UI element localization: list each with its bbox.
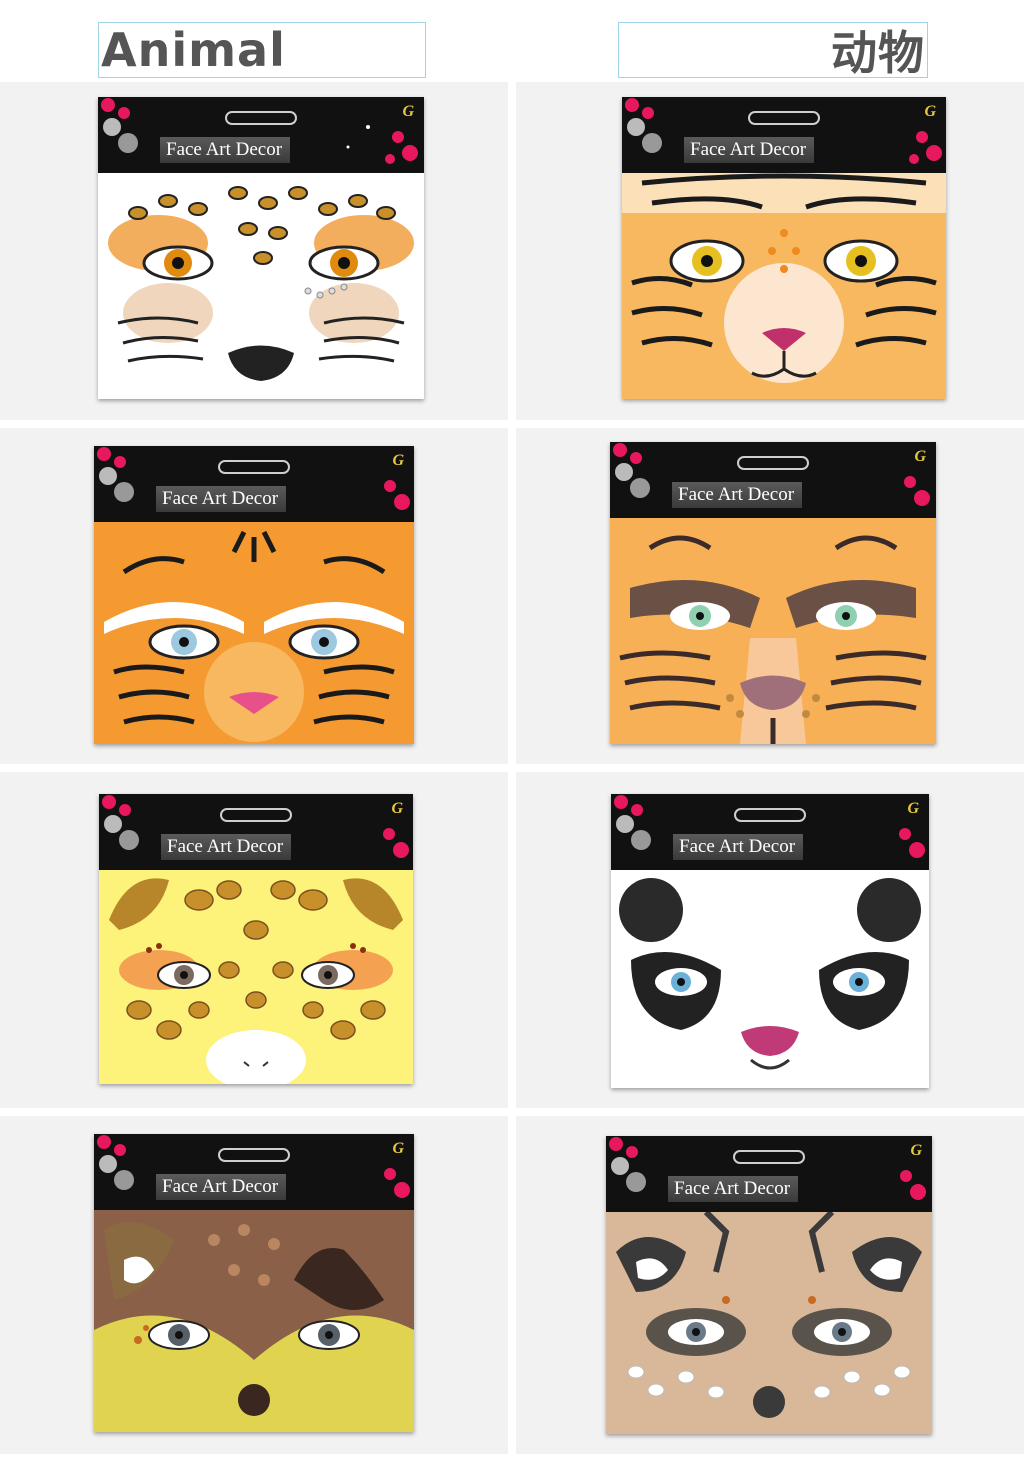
product-cell[interactable]: Face Art Decor G	[0, 82, 508, 420]
brand-logo: G	[924, 103, 936, 120]
orange-tiger-face-icon	[94, 522, 414, 744]
brand-label: Face Art Decor	[684, 137, 815, 163]
product-cell[interactable]: Face Art Decor G	[0, 1116, 508, 1454]
brand-logo: G	[391, 800, 403, 817]
brand-logo: G	[907, 800, 919, 817]
hang-tab	[220, 808, 292, 822]
tiger-face-icon	[622, 173, 946, 399]
package-header: Face Art Decor G	[606, 1136, 932, 1212]
hang-tab	[734, 808, 806, 822]
hang-tab	[748, 111, 820, 125]
giraffe-face-icon	[99, 870, 413, 1084]
product-package: Face Art Decor G	[94, 1134, 414, 1432]
product-package: Face Art Decor G	[98, 97, 424, 399]
brand-label: Face Art Decor	[160, 137, 291, 163]
brand-logo: G	[392, 452, 404, 469]
brand-logo: G	[910, 1142, 922, 1159]
leopard-face-icon	[98, 173, 424, 399]
product-cell[interactable]: Face Art Decor G	[516, 428, 1024, 764]
package-header: Face Art Decor G	[98, 97, 424, 173]
tabby-cat-face-icon	[610, 518, 936, 744]
reindeer-face-icon	[606, 1212, 932, 1434]
brand-label: Face Art Decor	[672, 482, 803, 508]
product-cell[interactable]: Face Art Decor G	[516, 82, 1024, 420]
package-header: Face Art Decor G	[611, 794, 929, 870]
product-package: Face Art Decor G	[99, 794, 413, 1084]
package-header: Face Art Decor G	[99, 794, 413, 870]
product-package: Face Art Decor G	[94, 446, 414, 744]
hang-tab	[733, 1150, 805, 1164]
package-header: Face Art Decor G	[94, 1134, 414, 1210]
package-header: Face Art Decor G	[94, 446, 414, 522]
header-animal-zh-box: 动物	[618, 22, 928, 80]
product-package: Face Art Decor G	[610, 442, 936, 744]
product-package: Face Art Decor G	[622, 97, 946, 399]
panda-face-icon	[611, 870, 929, 1088]
brand-logo: G	[402, 103, 414, 120]
product-cell[interactable]: Face Art Decor G	[516, 1116, 1024, 1454]
brand-label: Face Art Decor	[156, 1174, 287, 1200]
header-animal: Animal	[101, 23, 286, 77]
product-cell[interactable]: Face Art Decor G	[0, 428, 508, 764]
hang-tab	[218, 460, 290, 474]
hang-tab	[225, 111, 297, 125]
product-package: Face Art Decor G	[611, 794, 929, 1088]
hang-tab	[218, 1148, 290, 1162]
package-header: Face Art Decor G	[610, 442, 936, 518]
brand-logo: G	[392, 1140, 404, 1157]
hang-tab	[737, 456, 809, 470]
product-package: Face Art Decor G	[606, 1136, 932, 1434]
package-header: Face Art Decor G	[622, 97, 946, 173]
brand-label: Face Art Decor	[161, 834, 292, 860]
fawn-face-icon	[94, 1210, 414, 1432]
brand-label: Face Art Decor	[668, 1176, 799, 1202]
brand-label: Face Art Decor	[673, 834, 804, 860]
header-animal-box: Animal	[98, 22, 426, 78]
product-cell[interactable]: Face Art Decor G	[0, 772, 508, 1108]
brand-label: Face Art Decor	[156, 486, 287, 512]
product-cell[interactable]: Face Art Decor G	[516, 772, 1024, 1108]
brand-logo: G	[914, 448, 926, 465]
header-animal-zh: 动物	[831, 26, 925, 80]
